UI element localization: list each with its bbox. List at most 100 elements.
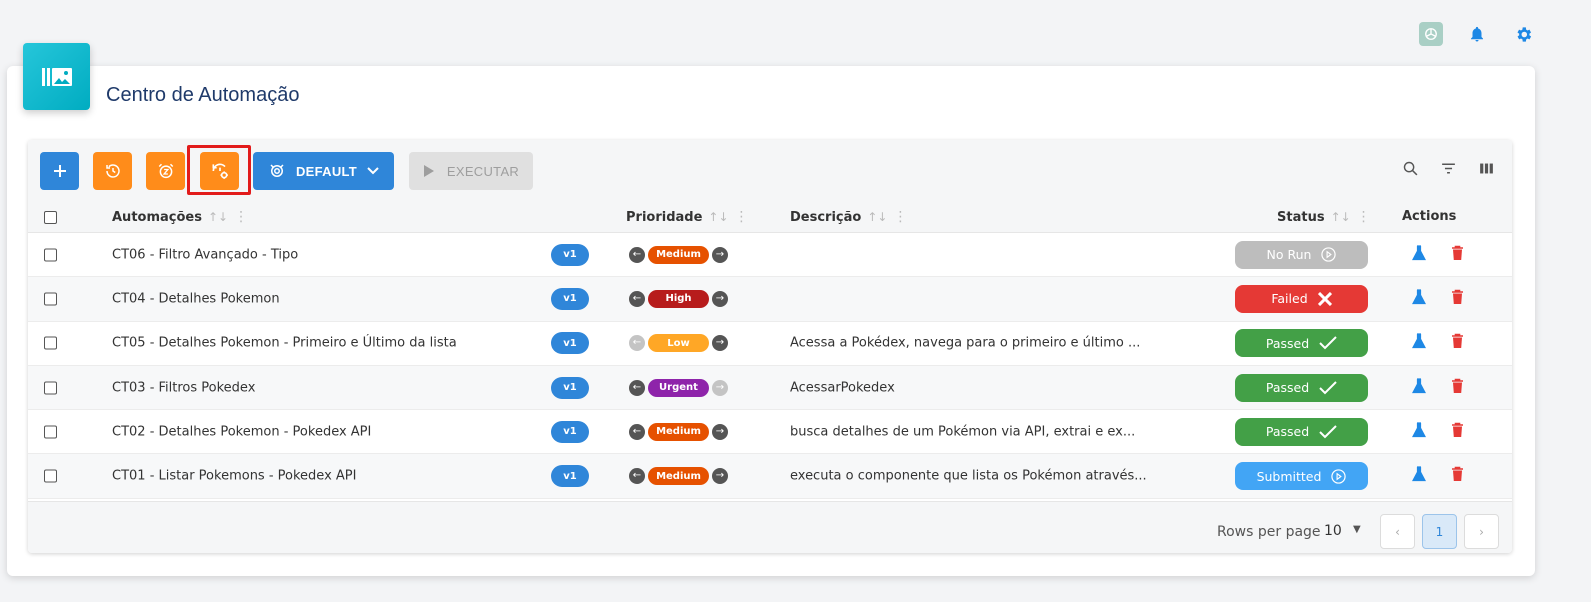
status-badge[interactable]: Passed — [1235, 373, 1368, 402]
header-prioridade[interactable]: Prioridade ↑↓ ⋮ — [626, 209, 749, 225]
x-icon — [1317, 291, 1332, 306]
status-badge[interactable]: Failed — [1235, 284, 1368, 313]
automation-description: AcessarPokedex — [790, 380, 895, 396]
arrow-left-icon[interactable]: ← — [629, 379, 645, 396]
play-icon — [423, 165, 434, 177]
sort-icon[interactable]: ↑↓ — [708, 210, 728, 224]
row-checkbox[interactable] — [44, 248, 57, 262]
automation-name[interactable]: CT03 - Filtros Pokedex — [112, 380, 255, 395]
select-all-checkbox[interactable] — [44, 211, 57, 224]
flask-icon[interactable] — [1412, 422, 1426, 442]
check-icon — [1319, 425, 1337, 439]
chatgpt-icon[interactable] — [1419, 22, 1443, 46]
history-settings-button[interactable] — [200, 152, 239, 190]
priority-badge: Urgent — [648, 378, 709, 397]
play-circle-icon — [1331, 468, 1347, 484]
table-row[interactable]: CT03 - Filtros Pokedex v1 ← Urgent → Ace… — [28, 365, 1512, 411]
bell-icon[interactable] — [1465, 22, 1489, 46]
table-row[interactable]: CT01 - Listar Pokemons - Pokedex API v1 … — [28, 454, 1512, 499]
delete-icon[interactable] — [1451, 422, 1464, 442]
version-badge: v1 — [551, 287, 589, 310]
automation-name[interactable]: CT06 - Filtro Avançado - Tipo — [112, 247, 298, 262]
status-label: No Run — [1266, 247, 1312, 263]
arrow-right-icon[interactable]: → — [712, 423, 728, 440]
automation-name[interactable]: CT02 - Detalhes Pokemon - Pokedex API — [112, 424, 371, 439]
arrow-left-icon[interactable]: ← — [629, 423, 645, 440]
version-badge: v1 — [551, 243, 589, 266]
flask-icon[interactable] — [1412, 245, 1426, 265]
search-icon[interactable] — [1400, 158, 1420, 178]
column-menu-icon[interactable]: ⋮ — [1357, 209, 1371, 225]
automation-name[interactable]: CT04 - Detalhes Pokemon — [112, 291, 280, 306]
priority-badge: Medium — [648, 245, 709, 264]
flask-icon[interactable] — [1412, 377, 1426, 398]
delete-icon[interactable] — [1451, 466, 1464, 486]
prev-page-button[interactable]: ‹ — [1380, 514, 1415, 549]
delete-icon[interactable] — [1451, 245, 1464, 265]
row-checkbox[interactable] — [44, 336, 57, 350]
priority-badge: Medium — [648, 467, 709, 486]
header-automacoes[interactable]: Automações ↑↓ ⋮ — [112, 209, 248, 225]
status-label: Submitted — [1256, 468, 1322, 484]
priority-control: ← Urgent → — [629, 378, 728, 397]
gear-icon[interactable] — [1511, 22, 1535, 46]
next-page-button[interactable]: › — [1464, 514, 1499, 549]
arrow-left-icon[interactable]: ← — [629, 246, 645, 263]
automation-description: executa o componente que lista os Pokémo… — [790, 468, 1147, 484]
flask-icon[interactable] — [1412, 466, 1426, 486]
automation-panel: DEFAULT EXECUTAR Automações ↑↓ ⋮ Prioridad… — [28, 140, 1512, 553]
status-badge[interactable]: Passed — [1235, 417, 1368, 446]
row-checkbox[interactable] — [44, 469, 57, 483]
arrow-right-icon[interactable]: → — [712, 335, 728, 352]
delete-icon[interactable] — [1451, 378, 1464, 398]
rows-per-page-label: Rows per page — [1217, 524, 1321, 540]
arrow-right-icon[interactable]: → — [712, 290, 728, 307]
status-badge[interactable]: Passed — [1235, 329, 1368, 358]
environment-dropdown[interactable]: DEFAULT — [253, 152, 394, 190]
status-badge[interactable]: Submitted — [1235, 462, 1368, 491]
table-row[interactable]: CT05 - Detalhes Pokemon - Primeiro e Últ… — [28, 321, 1512, 366]
delete-icon[interactable] — [1451, 289, 1464, 309]
history-button[interactable] — [93, 152, 132, 190]
snooze-button[interactable] — [146, 152, 185, 190]
status-label: Passed — [1265, 335, 1310, 351]
status-badge[interactable]: No Run — [1235, 240, 1368, 269]
rows-per-page-select[interactable]: 10 — [1324, 523, 1342, 539]
priority-badge: High — [648, 289, 709, 308]
automation-name[interactable]: CT05 - Detalhes Pokemon - Primeiro e Últ… — [112, 336, 457, 351]
column-menu-icon[interactable]: ⋮ — [893, 209, 907, 225]
arrow-left-icon[interactable]: ← — [629, 468, 645, 485]
priority-control: ← Low → — [629, 334, 728, 353]
flask-icon[interactable] — [1412, 333, 1426, 353]
flask-icon[interactable] — [1412, 289, 1426, 309]
version-badge: v1 — [551, 465, 589, 488]
automation-name[interactable]: CT01 - Listar Pokemons - Pokedex API — [112, 469, 356, 484]
page-button[interactable]: 1 — [1422, 514, 1457, 549]
priority-control: ← Medium → — [629, 422, 728, 441]
arrow-right-icon[interactable]: → — [712, 246, 728, 263]
play-circle-icon — [1321, 247, 1337, 262]
table-row[interactable]: CT04 - Detalhes Pokemon v1 ← High → Fail… — [28, 277, 1512, 322]
execute-button[interactable]: EXECUTAR — [409, 152, 533, 190]
table-row[interactable]: CT06 - Filtro Avançado - Tipo v1 ← Mediu… — [28, 233, 1512, 278]
arrow-right-icon[interactable]: → — [712, 379, 728, 396]
row-checkbox[interactable] — [44, 292, 57, 306]
columns-icon[interactable] — [1476, 158, 1496, 178]
row-checkbox[interactable] — [44, 381, 57, 395]
header-status[interactable]: Status ↑↓ ⋮ — [1277, 209, 1371, 225]
header-descricao[interactable]: Descrição ↑↓ ⋮ — [790, 209, 907, 225]
sort-icon[interactable]: ↑↓ — [1331, 210, 1351, 224]
sort-icon[interactable]: ↑↓ — [208, 210, 228, 224]
arrow-right-icon[interactable]: → — [712, 468, 728, 485]
arrow-left-icon[interactable]: ← — [629, 290, 645, 307]
column-menu-icon[interactable]: ⋮ — [234, 209, 248, 225]
table-row[interactable]: CT02 - Detalhes Pokemon - Pokedex API v1… — [28, 410, 1512, 455]
filter-icon[interactable] — [1438, 158, 1458, 178]
row-checkbox[interactable] — [44, 425, 57, 439]
sort-icon[interactable]: ↑↓ — [867, 210, 887, 224]
delete-icon[interactable] — [1451, 333, 1464, 353]
add-button[interactable] — [40, 152, 79, 190]
column-menu-icon[interactable]: ⋮ — [735, 209, 749, 225]
arrow-left-icon[interactable]: ← — [629, 335, 645, 352]
chevron-down-icon[interactable]: ▼ — [1353, 524, 1361, 535]
